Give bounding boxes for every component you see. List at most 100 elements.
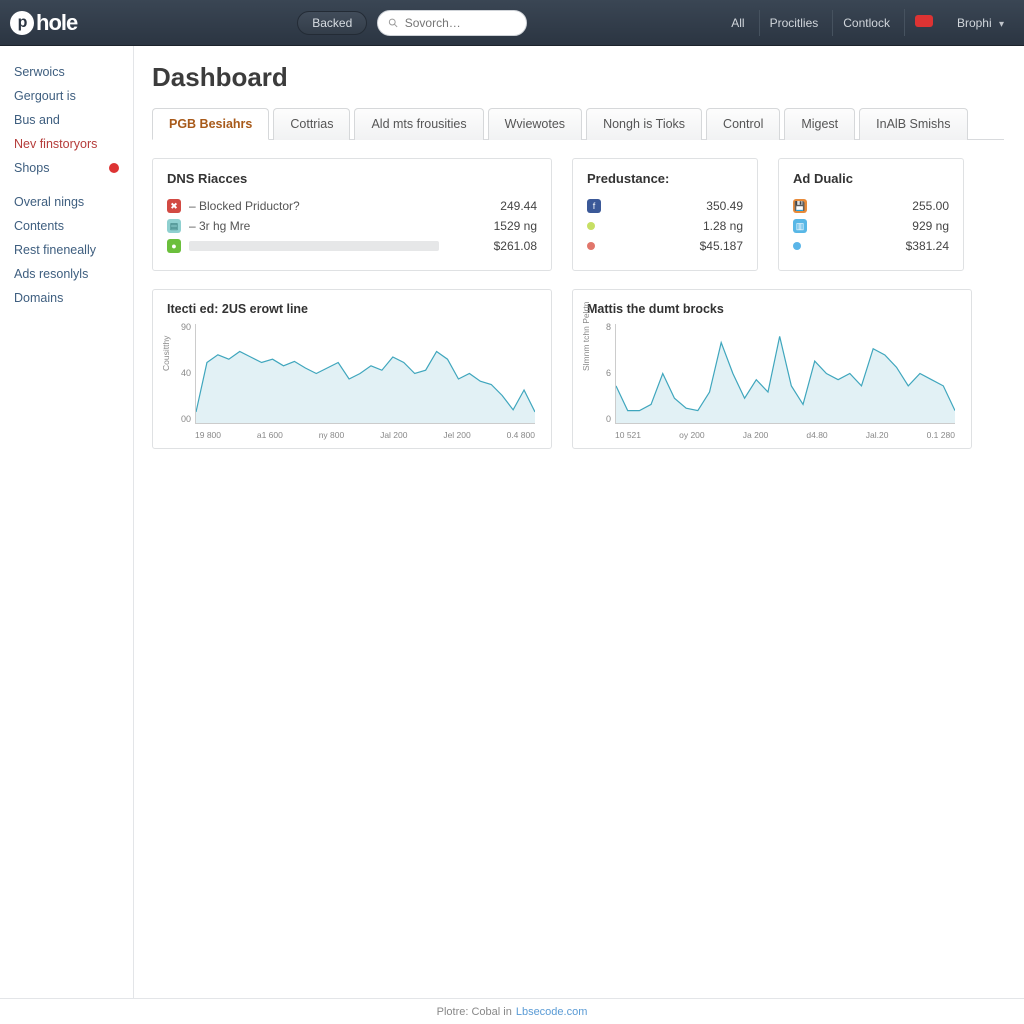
chart-svg [616,324,955,423]
sidebar-item-restfin[interactable]: Rest fineneally [0,238,133,262]
row-value: $45.187 [700,239,743,253]
xtick: Ja 200 [743,430,769,440]
sidebar-item-label: Rest fineneally [14,243,96,257]
tab-aldmts[interactable]: Ald mts frousities [354,108,483,140]
facebook-icon: f [587,199,601,213]
tabs: PGB Besiahrs Cottrias Ald mts frousities… [152,107,1004,140]
sidebar-item-label: Serwoics [14,65,65,79]
chart-yticks: 8 6 0 [597,322,611,424]
ytick: 8 [597,322,611,332]
ad-row-2: ▥929 ng [793,216,949,236]
user-menu[interactable]: Brophi ▾ [947,10,1014,36]
sidebar-item-serwoics[interactable]: Serwoics [0,60,133,84]
xtick: oy 200 [679,430,705,440]
dot-icon [587,222,595,230]
sidebar-item-domains[interactable]: Domains [0,286,133,310]
row-value: $381.24 [906,239,949,253]
sidebar-item-label: Bus and [14,113,60,127]
tab-nongh[interactable]: Nongh is Tioks [586,108,702,140]
chart-svg [196,324,535,423]
sidebar-item-label: Shops [14,161,49,175]
ytick: 40 [177,368,191,378]
ok-icon: ● [167,239,181,253]
cards-row: DNS Riacces ✖ – Blocked Priductor? 249.4… [152,158,1004,271]
xtick: Jal.20 [866,430,889,440]
search-box[interactable] [377,10,527,36]
sidebar-item-adsres[interactable]: Ads resonlyls [0,262,133,286]
sidebar-item-label: Gergourt is [14,89,76,103]
row-label: – Blocked Priductor? [189,199,300,213]
pred-row-1: f350.49 [587,196,743,216]
row-value: 255.00 [912,199,949,213]
top-link-procitlies[interactable]: Procitlies [759,10,829,36]
row-value: 249.44 [500,199,537,213]
backed-button[interactable]: Backed [297,11,367,35]
xtick: a1 600 [257,430,283,440]
ad-row-3: $381.24 [793,236,949,256]
tab-label: Nongh is Tioks [603,117,685,131]
search-input[interactable] [405,16,517,30]
sidebar-item-shops[interactable]: Shops [0,156,133,180]
tab-cottrias[interactable]: Cottrias [273,108,350,140]
chart-plot [195,324,535,424]
sidebar-item-gergourt[interactable]: Gergourt is [0,84,133,108]
top-link-all[interactable]: All [721,10,754,36]
ad-row-1: 💾 255.00 [793,196,949,216]
chart-xticks: 10 521 oy 200 Ja 200 d4.80 Jal.20 0.1 28… [615,430,955,440]
ytick: 90 [177,322,191,332]
card-ad: Ad Dualic 💾 255.00 ▥929 ng $381.24 [778,158,964,271]
tab-label: Migest [801,117,838,131]
xtick: 10 521 [615,430,641,440]
xtick: 0.1 280 [927,430,955,440]
chart-ylabel: Cousitthy [161,336,171,371]
topbar: phole Backed All Procitlies Contlock Bro… [0,0,1024,46]
sidebar-item-label: Domains [14,291,63,305]
chart-box-left: Itecti ed: 2US erowt line Cousitthy 90 4… [152,289,552,449]
sidebar-item-label: Nev finstoryors [14,137,97,151]
tab-wviewotes[interactable]: Wviewotes [488,108,582,140]
user-name: Brophi [957,16,992,30]
footer-link[interactable]: Lbsecode.com [516,1006,588,1018]
dns-row-3: ● $261.08 [167,236,537,256]
card-title: Predustance: [587,171,743,186]
xtick: ny 800 [319,430,345,440]
tab-label: Cottrias [290,117,333,131]
chevron-down-icon: ▾ [999,19,1004,30]
chart-plot [615,324,955,424]
dns-row-1: ✖ – Blocked Priductor? 249.44 [167,196,537,216]
logo: phole [10,10,77,36]
row-value: 1.28 ng [703,219,743,233]
card-dns: DNS Riacces ✖ – Blocked Priductor? 249.4… [152,158,552,271]
card-title: DNS Riacces [167,171,537,186]
page-title: Dashboard [152,62,1004,93]
footer: Plotre: Cobal in Lbsecode.com [0,998,1024,1024]
top-notification[interactable] [904,9,943,36]
sidebar-item-contents[interactable]: Contents [0,214,133,238]
sidebar-item-nevfin[interactable]: Nev finstoryors [0,132,133,156]
dns-row-2: ▤ – 3r hg Mre 1529 ng [167,216,537,236]
tab-migest[interactable]: Migest [784,108,855,140]
chart-xticks: 19 800 a1 600 ny 800 Jal 200 Jel 200 0.4… [195,430,535,440]
block-icon: ✖ [167,199,181,213]
alert-badge-icon [915,15,933,27]
sidebar-item-label: Overal nings [14,195,84,209]
save-icon: 💾 [793,199,807,213]
sidebar-item-busand[interactable]: Bus and [0,108,133,132]
top-link-contlock[interactable]: Contlock [832,10,900,36]
tab-pgb[interactable]: PGB Besiahrs [152,108,269,140]
chart-box-right: Mattis the dumt brocks Slmnm tchn Pelrtn… [572,289,972,449]
alert-dot-icon [109,163,119,173]
progress-bar [189,241,439,251]
tab-inalb[interactable]: InAlB Smishs [859,108,967,140]
tab-label: InAlB Smishs [876,117,950,131]
sidebar-item-overal[interactable]: Overal nings [0,190,133,214]
chart-ylabel: Slmnm tchn Pelrtn [581,302,591,371]
chart-title: Mattis the dumt brocks [587,302,959,316]
xtick: 19 800 [195,430,221,440]
row-value: 1529 ng [494,219,537,233]
ytick: 0 [597,414,611,424]
card-title: Ad Dualic [793,171,949,186]
tab-control[interactable]: Control [706,108,780,140]
doc-icon: ▤ [167,219,181,233]
row-value: $261.08 [494,239,537,253]
